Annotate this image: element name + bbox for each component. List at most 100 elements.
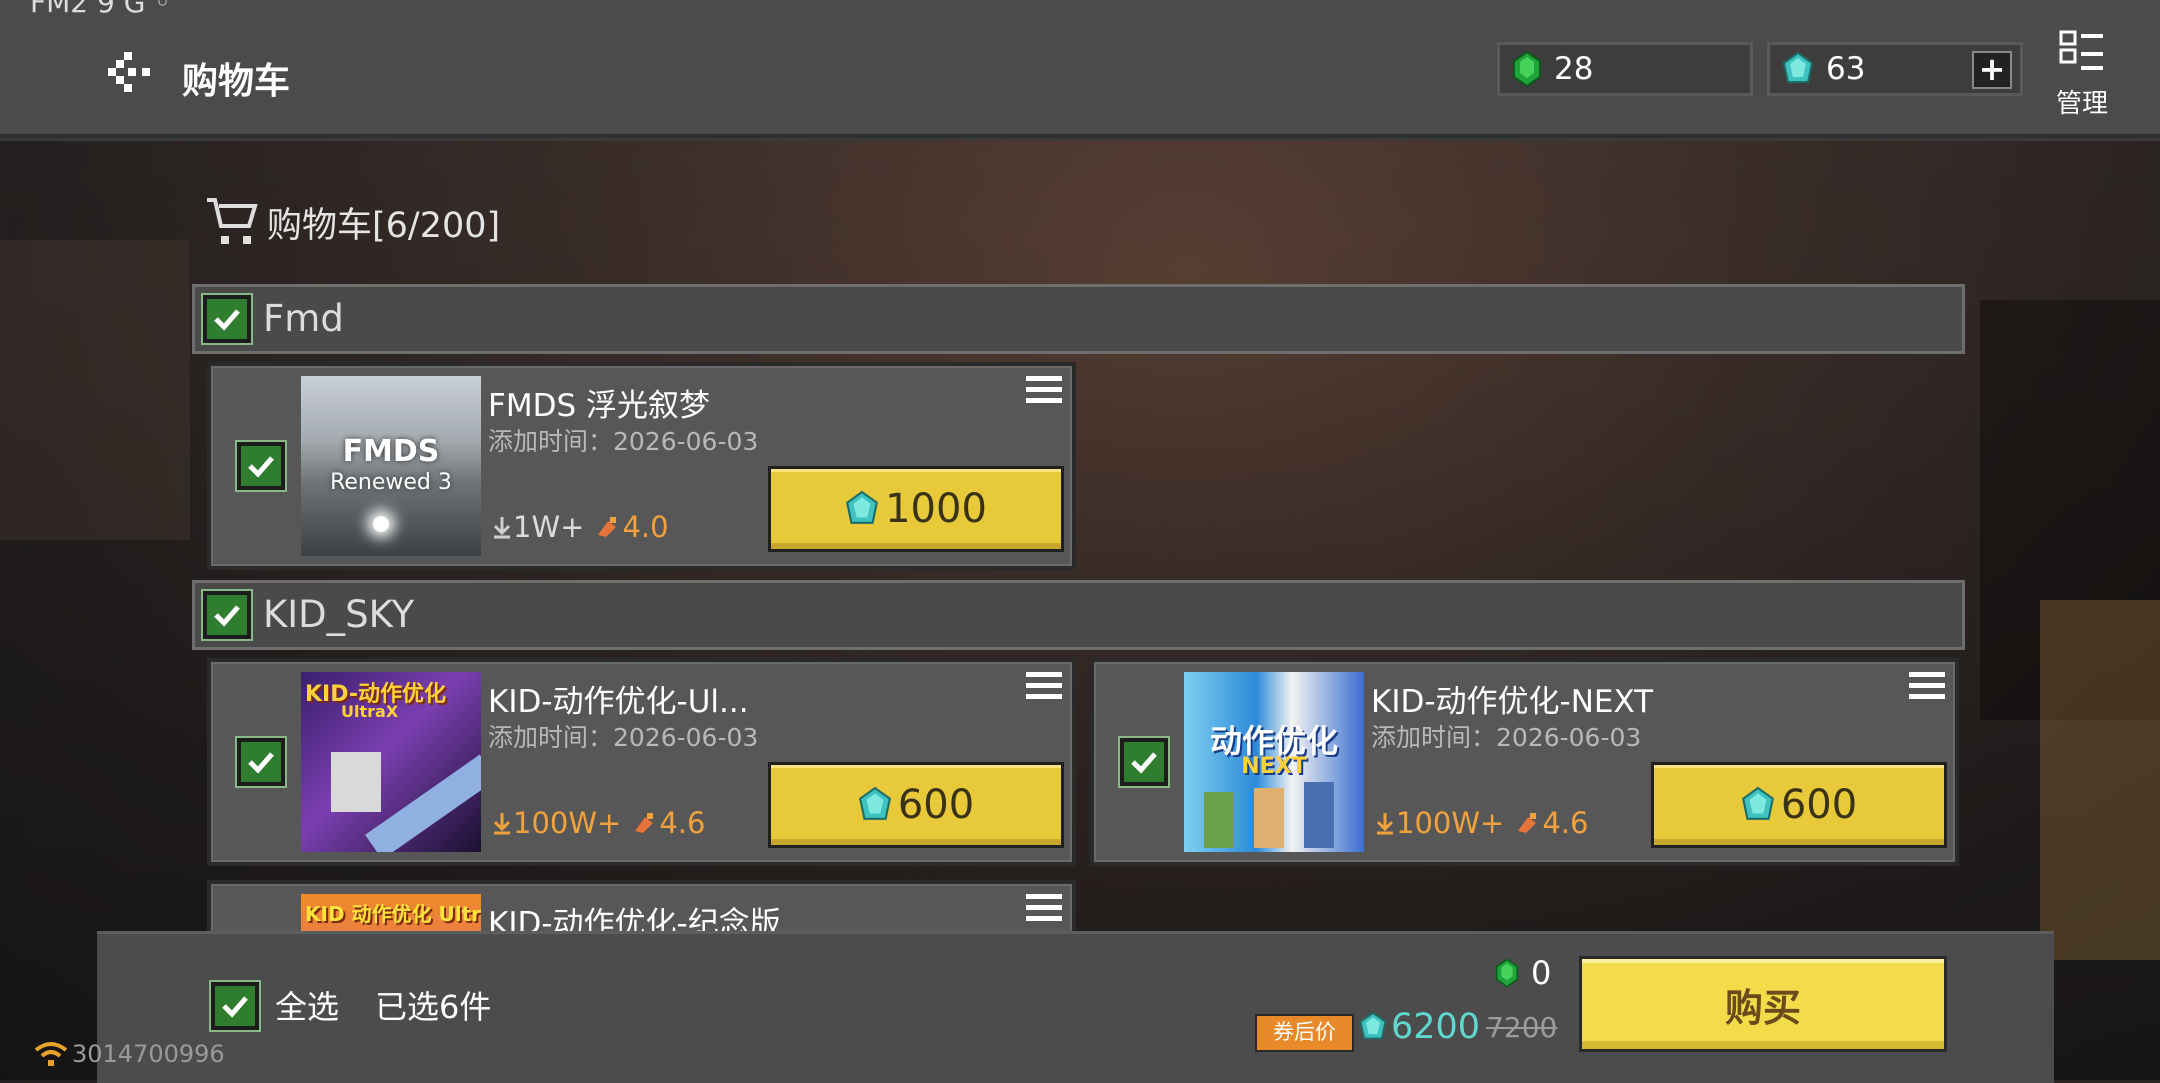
manage-button[interactable]: 管理 xyxy=(2052,30,2112,120)
price-button[interactable]: 1000 xyxy=(768,466,1064,552)
item-rating: 4.0 xyxy=(622,510,669,544)
back-button[interactable] xyxy=(108,50,160,94)
menu-icon[interactable] xyxy=(1909,670,1945,702)
diamond-icon xyxy=(1741,787,1774,820)
cart-icon xyxy=(207,198,258,244)
item-date: 添加时间：2026-06-03 xyxy=(488,723,759,752)
thumbnail-subtitle: Renewed 3 xyxy=(330,470,452,495)
thumbnail-figure xyxy=(1204,792,1234,848)
rating-icon xyxy=(598,517,617,537)
final-price-value: 6200 xyxy=(1391,1007,1481,1047)
select-all-checkbox[interactable] xyxy=(209,980,261,1032)
item-thumbnail[interactable]: FMDS Renewed 3 xyxy=(301,376,481,556)
original-price-value: 7200 xyxy=(1486,1010,1558,1044)
price-value: 1000 xyxy=(885,486,987,532)
thumbnail-figure xyxy=(1304,782,1334,848)
sun-glow xyxy=(373,516,389,532)
item-name: KID-动作优化-NEXT xyxy=(1371,684,1654,720)
rating-icon xyxy=(635,813,654,833)
item-name: KID-动作优化-纪念版 xyxy=(488,906,781,932)
coupon-badge: 券后价 xyxy=(1255,1014,1354,1052)
cart-item: 动作优化 NEXT KID-动作优化-NEXT 添加时间：2026-06-03 … xyxy=(1090,658,1959,866)
diamond-icon xyxy=(1359,1012,1387,1040)
emerald-balance: 28 xyxy=(1497,42,1753,96)
emerald-total: 0 xyxy=(1495,954,1551,992)
price-button[interactable]: 600 xyxy=(768,762,1064,848)
price-button[interactable]: 600 xyxy=(1651,762,1947,848)
background-block xyxy=(0,240,190,540)
user-id-value: 3014700996 xyxy=(72,1040,225,1068)
emerald-icon xyxy=(1495,958,1519,988)
thumbnail-figure xyxy=(331,752,381,812)
select-all-label[interactable]: 全选 xyxy=(275,982,339,1028)
thumbnail-title: FMDS xyxy=(342,434,440,469)
top-bar: FM2 9 G ◦ 购物车 28 63 + 管理 xyxy=(0,0,2160,138)
download-icon xyxy=(1376,813,1394,835)
rating-icon xyxy=(1518,813,1537,833)
item-checkbox[interactable] xyxy=(1118,736,1170,788)
selected-count: 已选6件 xyxy=(375,988,492,1026)
menu-icon[interactable] xyxy=(1026,892,1062,924)
cart-title: 购物车[6/200] xyxy=(267,205,501,246)
check-icon xyxy=(214,605,240,627)
cart-list[interactable]: Fmd FMDS Renewed 3 FMDS 浮光叙梦 添加时间：2026-0… xyxy=(192,282,1965,932)
manage-label: 管理 xyxy=(2055,89,2108,119)
cart-item: KID 动作优化 Ultra KID-动作优化-纪念版 xyxy=(207,880,1076,932)
item-downloads: 1W+ xyxy=(513,510,585,544)
final-price: 6200 7200 xyxy=(1359,1007,1557,1047)
item-date: 添加时间：2026-06-03 xyxy=(488,427,759,456)
diamond-balance: 63 + xyxy=(1767,42,2023,96)
emerald-total-value: 0 xyxy=(1531,954,1552,992)
group-name: KID_SKY xyxy=(263,593,415,636)
thumbnail-title: KID 动作优化 Ultra xyxy=(305,902,481,926)
item-downloads: 100W+ xyxy=(513,806,622,840)
thumbnail-sword xyxy=(365,754,481,852)
diamond-icon xyxy=(846,491,879,524)
checkout-bar: 全选 已选6件 0 券后价 6200 7200 购买 xyxy=(97,931,2054,1083)
buy-button[interactable]: 购买 xyxy=(1579,956,1947,1052)
thumbnail-subtitle: NEXT xyxy=(1241,754,1307,779)
item-checkbox[interactable] xyxy=(235,440,287,492)
menu-icon[interactable] xyxy=(1026,670,1062,702)
back-icon xyxy=(108,52,150,92)
item-stats: 100W+ 4.6 xyxy=(491,806,705,840)
item-downloads: 100W+ xyxy=(1396,806,1505,840)
background-block xyxy=(2040,600,2160,960)
manage-icon xyxy=(2059,30,2103,70)
menu-icon[interactable] xyxy=(1026,374,1062,406)
check-icon xyxy=(248,752,274,774)
page-title: 购物车 xyxy=(182,61,291,102)
check-icon xyxy=(214,309,240,331)
emerald-count: 28 xyxy=(1554,51,1594,87)
wifi-icon xyxy=(34,1042,68,1066)
item-thumbnail[interactable]: KID-动作优化 UltraX xyxy=(301,672,481,852)
item-rating: 4.6 xyxy=(1542,806,1589,840)
group-checkbox[interactable] xyxy=(201,589,253,641)
diamond-icon xyxy=(1782,52,1814,83)
price-value: 600 xyxy=(897,782,975,828)
item-checkbox[interactable] xyxy=(235,736,287,788)
add-currency-button[interactable]: + xyxy=(1972,51,2012,89)
diamond-count: 63 xyxy=(1826,51,1866,87)
item-stats: 100W+ 4.6 xyxy=(1374,806,1588,840)
price-value: 600 xyxy=(1780,782,1858,828)
group-header-fmd: Fmd xyxy=(192,284,1965,354)
user-id: 3014700996 xyxy=(34,1040,225,1068)
emerald-icon xyxy=(1513,51,1541,87)
cart-header: 购物车[6/200] xyxy=(205,196,500,248)
group-name: Fmd xyxy=(263,297,344,340)
download-icon xyxy=(493,813,511,835)
thumbnail-figure xyxy=(1254,788,1284,848)
check-icon xyxy=(222,996,248,1018)
item-date: 添加时间：2026-06-03 xyxy=(1371,723,1642,752)
check-icon xyxy=(1131,752,1157,774)
item-stats: 1W+ 4.0 xyxy=(491,510,669,544)
group-checkbox[interactable] xyxy=(201,293,253,345)
item-thumbnail[interactable]: 动作优化 NEXT xyxy=(1184,672,1364,852)
item-name: KID-动作优化-Ul... xyxy=(488,684,749,720)
item-thumbnail[interactable]: KID 动作优化 Ultra xyxy=(301,894,481,932)
status-bar-text: FM2 9 G ◦ xyxy=(30,0,171,19)
check-icon xyxy=(248,456,274,478)
cart-item: KID-动作优化 UltraX KID-动作优化-Ul... 添加时间：2026… xyxy=(207,658,1076,866)
cart-item: FMDS Renewed 3 FMDS 浮光叙梦 添加时间：2026-06-03… xyxy=(207,362,1076,570)
